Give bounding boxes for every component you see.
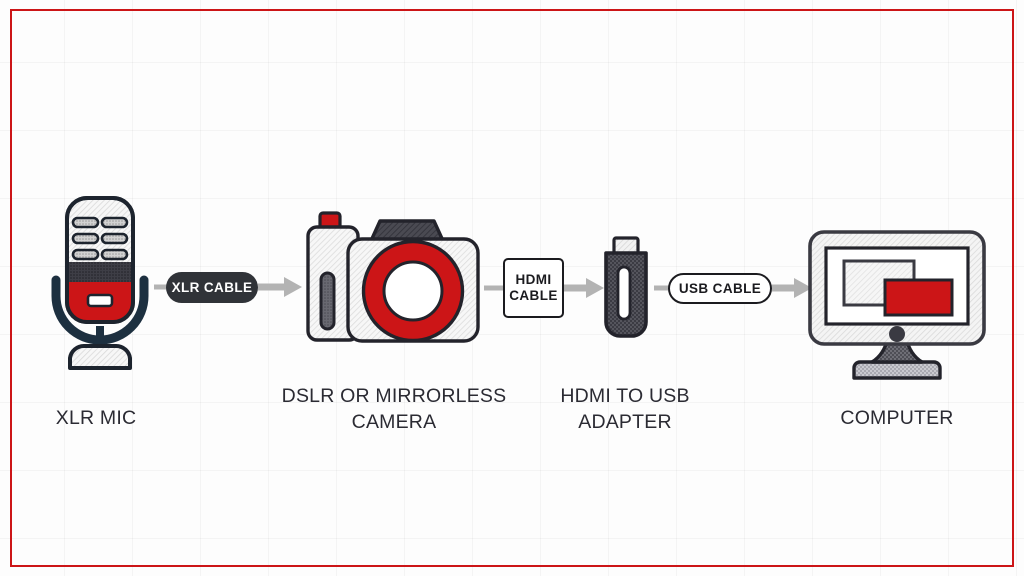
caption-xlr-mic: XLR MIC: [55, 407, 137, 429]
connector-xlr-cable-label: XLR CABLE: [171, 280, 253, 295]
microphone-icon: [51, 196, 149, 370]
connector-usb-cable[interactable]: USB CABLE: [668, 273, 772, 304]
connector-xlr-cable[interactable]: XLR CABLE: [166, 272, 258, 303]
desktop-monitor-icon: [808, 230, 986, 380]
node-adapter[interactable]: [598, 236, 654, 344]
diagram-stage: XLR MIC XLR CABLE DSLR OR MIRRORLESS CAM…: [0, 0, 1024, 576]
caption-computer: COMPUTER: [840, 407, 954, 429]
caption-camera: DSLR OR MIRRORLESS CAMERA: [281, 385, 507, 433]
connector-hdmi-cable-line1: HDMI: [515, 272, 552, 287]
caption-adapter: HDMI TO USB ADAPTER: [560, 385, 690, 433]
node-xlr-mic[interactable]: [40, 196, 160, 370]
connector-hdmi-cable[interactable]: HDMI CABLE: [503, 258, 564, 318]
hdmi-usb-dongle-icon: [604, 236, 648, 338]
diagram-canvas: XLR MIC XLR CABLE DSLR OR MIRRORLESS CAM…: [0, 0, 1024, 576]
connector-hdmi-cable-line2: CABLE: [509, 288, 558, 303]
node-computer[interactable]: [806, 228, 988, 382]
connector-usb-cable-label: USB CABLE: [678, 281, 762, 296]
arrow-xlr-cable-to-camera: [258, 277, 302, 297]
node-camera[interactable]: [300, 207, 486, 355]
dslr-camera-icon: [306, 211, 480, 343]
